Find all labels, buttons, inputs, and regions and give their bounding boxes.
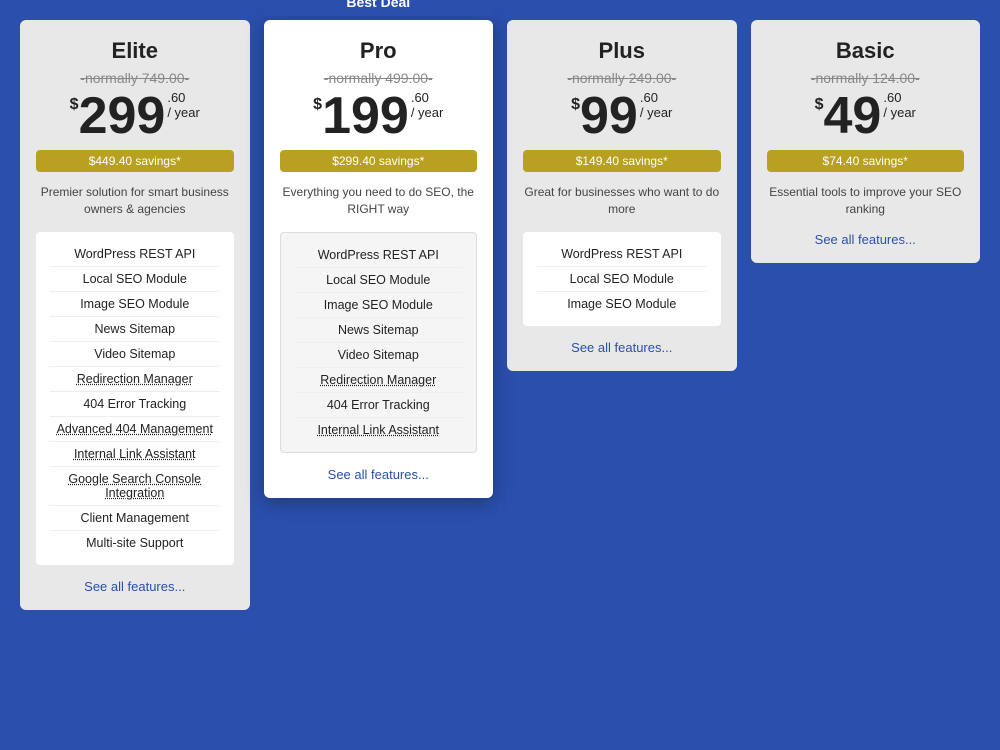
price-main-elite: 299 <box>79 90 166 142</box>
price-row-pro: $ 199 .60 / year <box>280 90 478 142</box>
feature-item-plus-1: Local SEO Module <box>537 267 707 292</box>
price-main-plus: 99 <box>580 90 638 142</box>
price-dollar-elite: $ <box>70 96 79 114</box>
feature-item-elite-7: Advanced 404 Management <box>50 417 220 442</box>
feature-item-elite-5: Redirection Manager <box>50 367 220 392</box>
feature-item-elite-10: Client Management <box>50 506 220 531</box>
best-deal-badge: Best Deal <box>264 0 494 16</box>
feature-item-elite-8: Internal Link Assistant <box>50 442 220 467</box>
price-period-basic: / year <box>883 105 916 120</box>
plan-desc-pro: Everything you need to do SEO, the RIGHT… <box>280 184 478 218</box>
plan-name-pro: Pro <box>280 38 478 64</box>
price-row-plus: $ 99 .60 / year <box>523 90 721 142</box>
price-period-elite: / year <box>167 105 200 120</box>
plan-desc-elite: Premier solution for smart business owne… <box>36 184 234 218</box>
features-list-pro: WordPress REST APILocal SEO ModuleImage … <box>280 232 478 453</box>
feature-item-pro-7: Internal Link Assistant <box>295 418 463 442</box>
feature-item-plus-2: Image SEO Module <box>537 292 707 316</box>
original-price-pro: -normally 499.00- <box>280 70 478 86</box>
see-all-link-basic[interactable]: See all features... <box>767 232 965 247</box>
original-price-elite: -normally 749.00- <box>36 70 234 86</box>
price-cents-period-elite: .60 / year <box>167 90 200 124</box>
price-period-pro: / year <box>411 105 444 120</box>
feature-item-plus-0: WordPress REST API <box>537 242 707 267</box>
feature-item-elite-11: Multi-site Support <box>50 531 220 555</box>
plan-card-plus: Plus -normally 249.00- $ 99 .60 / year $1… <box>507 20 737 371</box>
feature-item-pro-3: News Sitemap <box>295 318 463 343</box>
pricing-container: Elite-normally 749.00- $ 299 .60 / year … <box>20 10 980 610</box>
price-main-pro: 199 <box>322 90 409 142</box>
savings-badge-elite: $449.40 savings* <box>36 150 234 172</box>
see-all-link-pro[interactable]: See all features... <box>280 467 478 482</box>
price-cents-elite: .60 <box>167 90 200 105</box>
feature-item-elite-1: Local SEO Module <box>50 267 220 292</box>
feature-item-elite-4: Video Sitemap <box>50 342 220 367</box>
features-list-plus: WordPress REST APILocal SEO ModuleImage … <box>523 232 721 326</box>
savings-badge-pro: $299.40 savings* <box>280 150 478 172</box>
see-all-link-elite[interactable]: See all features... <box>36 579 234 594</box>
price-row-basic: $ 49 .60 / year <box>767 90 965 142</box>
feature-item-elite-6: 404 Error Tracking <box>50 392 220 417</box>
savings-badge-basic: $74.40 savings* <box>767 150 965 172</box>
see-all-link-plus[interactable]: See all features... <box>523 340 721 355</box>
feature-item-elite-3: News Sitemap <box>50 317 220 342</box>
original-price-basic: -normally 124.00- <box>767 70 965 86</box>
features-list-elite: WordPress REST APILocal SEO ModuleImage … <box>36 232 234 565</box>
price-main-basic: 49 <box>824 90 882 142</box>
plan-name-plus: Plus <box>523 38 721 64</box>
feature-item-pro-4: Video Sitemap <box>295 343 463 368</box>
feature-item-pro-2: Image SEO Module <box>295 293 463 318</box>
price-cents-basic: .60 <box>883 90 916 105</box>
price-period-plus: / year <box>640 105 673 120</box>
plan-desc-plus: Great for businesses who want to do more <box>523 184 721 218</box>
price-cents-period-plus: .60 / year <box>640 90 673 124</box>
plan-name-basic: Basic <box>767 38 965 64</box>
feature-item-pro-6: 404 Error Tracking <box>295 393 463 418</box>
feature-item-elite-0: WordPress REST API <box>50 242 220 267</box>
savings-badge-plus: $149.40 savings* <box>523 150 721 172</box>
price-dollar-pro: $ <box>313 96 322 114</box>
price-row-elite: $ 299 .60 / year <box>36 90 234 142</box>
feature-item-elite-9: Google Search Console Integration <box>50 467 220 506</box>
plan-card-pro: Best DealPro-normally 499.00- $ 199 .60 … <box>264 20 494 498</box>
price-cents-plus: .60 <box>640 90 673 105</box>
plan-card-elite: Elite-normally 749.00- $ 299 .60 / year … <box>20 20 250 610</box>
price-cents-period-pro: .60 / year <box>411 90 444 124</box>
plan-name-elite: Elite <box>36 38 234 64</box>
price-cents-period-basic: .60 / year <box>883 90 916 124</box>
price-dollar-basic: $ <box>815 96 824 114</box>
feature-item-pro-1: Local SEO Module <box>295 268 463 293</box>
feature-item-pro-5: Redirection Manager <box>295 368 463 393</box>
feature-item-elite-2: Image SEO Module <box>50 292 220 317</box>
original-price-plus: -normally 249.00- <box>523 70 721 86</box>
plan-card-basic: Basic -normally 124.00- $ 49 .60 / year $… <box>751 20 981 263</box>
price-dollar-plus: $ <box>571 96 580 114</box>
price-cents-pro: .60 <box>411 90 444 105</box>
feature-item-pro-0: WordPress REST API <box>295 243 463 268</box>
plan-desc-basic: Essential tools to improve your SEO rank… <box>767 184 965 218</box>
